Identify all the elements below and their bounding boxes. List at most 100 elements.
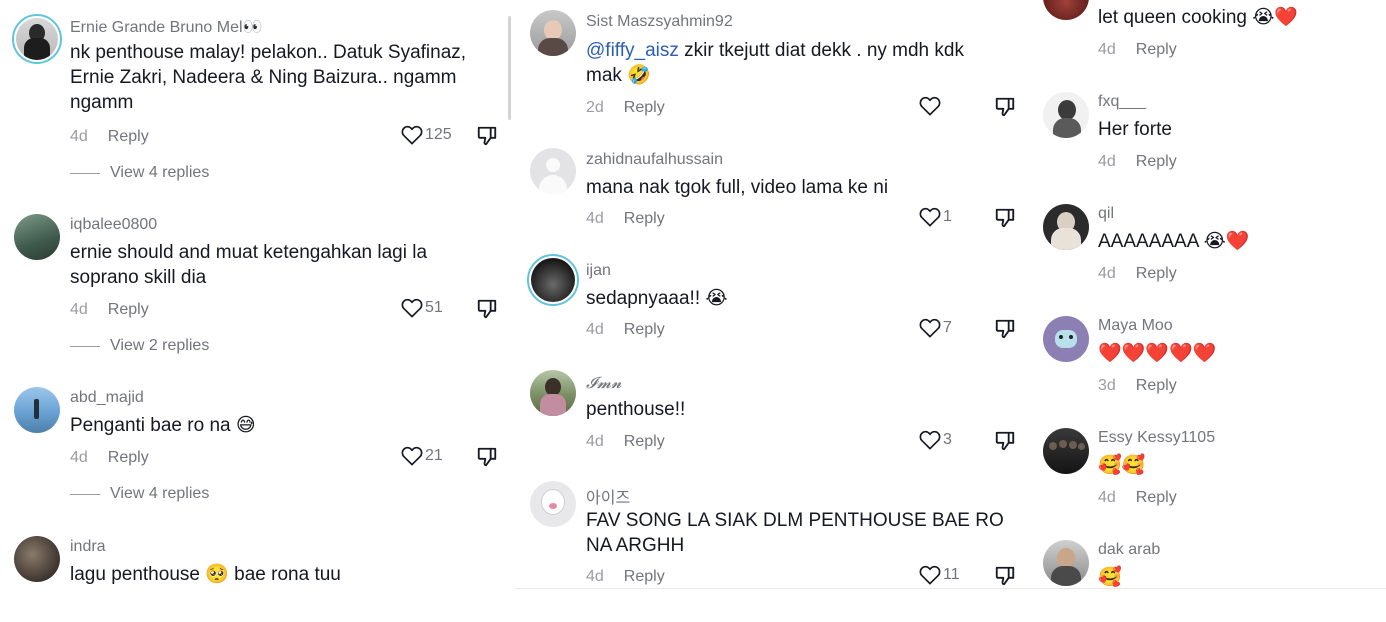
like-count: 51 (425, 299, 443, 316)
avatar[interactable] (14, 536, 60, 582)
comment-meta: 4d Reply (1098, 265, 1177, 283)
view-replies-button[interactable]: View 2 replies (70, 337, 209, 355)
thumbs-down-icon[interactable] (994, 565, 1016, 587)
avatar[interactable] (14, 387, 60, 433)
comment-username[interactable]: ijan (586, 262, 611, 280)
comment-meta: 4d Reply (70, 301, 149, 319)
like-button[interactable] (919, 96, 943, 116)
avatar[interactable] (530, 481, 576, 527)
reply-button[interactable]: Reply (108, 128, 149, 145)
comment-username[interactable]: indra (70, 538, 106, 556)
avatar[interactable] (12, 14, 62, 64)
comment-username[interactable]: abd_majid (70, 389, 144, 407)
avatar[interactable] (1043, 316, 1089, 362)
comment-item: qil AAAAAAAA 😭❤️ 4d Reply (1030, 204, 1386, 294)
avatar[interactable] (1043, 540, 1089, 586)
comment-username[interactable]: Ernie Grande Bruno Mel👀 (70, 17, 262, 37)
comment-meta: 4d Reply (70, 449, 149, 467)
thumbs-down-icon[interactable] (994, 96, 1016, 118)
like-button[interactable]: 21 (401, 446, 443, 466)
view-replies-label: View 2 replies (110, 337, 210, 354)
like-button[interactable]: 3 (919, 430, 952, 450)
like-count: 11 (943, 566, 960, 583)
avatar[interactable] (1043, 0, 1089, 20)
thumbs-down-icon[interactable] (994, 430, 1016, 452)
reply-button[interactable]: Reply (624, 433, 665, 450)
like-button[interactable]: 7 (919, 318, 952, 338)
comment-username[interactable]: dak arab (1098, 541, 1160, 559)
comment-time: 4d (586, 210, 604, 227)
avatar[interactable] (14, 214, 60, 260)
comment-username[interactable]: 아이즈 (586, 484, 630, 508)
comment-text: penthouse!! (586, 399, 686, 420)
avatar[interactable] (1043, 92, 1089, 138)
comment-text: 🥰🥰 (1098, 455, 1146, 476)
heart-outline-icon (919, 96, 941, 116)
comment-text: FAV SONG LA SIAK DLM PENTHOUSE BAE RO NA… (586, 510, 1004, 556)
like-button[interactable]: 11 (919, 565, 960, 585)
comment-time: 4d (1098, 489, 1116, 506)
reply-button[interactable]: Reply (1136, 153, 1177, 170)
heart-outline-icon (919, 318, 941, 338)
divider (70, 493, 100, 495)
avatar[interactable] (530, 370, 576, 416)
thumbs-down-icon[interactable] (476, 125, 498, 147)
comment-meta: 3d Reply (1098, 377, 1177, 395)
avatar[interactable] (527, 254, 579, 306)
comment-item: Sist Maszsyahmin92 @fiffy_aisz zkir tkej… (516, 10, 1028, 120)
comment-time: 4d (586, 321, 604, 338)
comments-column-1: Ernie Grande Bruno Mel👀 nk penthouse mal… (0, 0, 512, 622)
like-button[interactable]: 1 (919, 207, 952, 227)
reply-button[interactable]: Reply (1136, 377, 1177, 394)
heart-outline-icon (401, 298, 423, 318)
reply-button[interactable]: Reply (108, 449, 149, 466)
avatar[interactable] (1043, 428, 1089, 474)
heart-outline-icon (401, 446, 423, 466)
divider (70, 345, 100, 347)
thumbs-down-icon[interactable] (476, 298, 498, 320)
comment-meta: 4d Reply (586, 210, 665, 228)
like-count: 125 (425, 126, 452, 143)
comment-text: ernie should and muat ketengahkan lagi l… (70, 242, 428, 288)
comment-time: 4d (1098, 265, 1116, 282)
comment-item: let queen cooking 😭❤️ 4d Reply (1030, 0, 1386, 70)
comment-username[interactable]: Essy Kessy1105 (1098, 429, 1215, 447)
comment-username[interactable]: Sist Maszsyahmin92 (586, 13, 733, 31)
comment-text: 🥰 (1098, 567, 1122, 588)
thumbs-down-icon[interactable] (476, 446, 498, 468)
thumbs-down-icon[interactable] (994, 207, 1016, 229)
comment-username[interactable]: fxq___ (1098, 93, 1146, 111)
comment-meta: 4d Reply (586, 433, 665, 451)
reply-button[interactable]: Reply (624, 210, 665, 227)
thumbs-down-icon[interactable] (994, 318, 1016, 340)
comment-item: indra lagu penthouse 🥺 bae rona tuu (0, 536, 512, 596)
avatar[interactable] (1043, 204, 1089, 250)
comment-item: Essy Kessy1105 🥰🥰 4d Reply (1030, 428, 1386, 518)
mention-link[interactable]: @fiffy_aisz (586, 40, 679, 61)
comment-meta: 4d Reply (586, 568, 665, 586)
like-button[interactable]: 125 (401, 125, 452, 145)
reply-button[interactable]: Reply (1136, 489, 1177, 506)
avatar[interactable] (530, 10, 576, 56)
like-count: 21 (425, 447, 443, 464)
reply-button[interactable]: Reply (624, 99, 665, 116)
comment-username[interactable]: iqbalee0800 (70, 216, 157, 234)
view-replies-button[interactable]: View 4 replies (70, 485, 209, 503)
like-button[interactable]: 51 (401, 298, 443, 318)
reply-button[interactable]: Reply (624, 568, 665, 585)
reply-button[interactable]: Reply (624, 321, 665, 338)
view-replies-button[interactable]: View 4 replies (70, 164, 209, 182)
avatar[interactable] (530, 148, 576, 194)
comment-meta: 4d Reply (1098, 153, 1177, 171)
comment-username[interactable]: Maya Moo (1098, 317, 1173, 335)
comment-text: lagu penthouse 🥺 bae rona tuu (70, 564, 341, 585)
reply-button[interactable]: Reply (108, 301, 149, 318)
comment-username[interactable]: 𝓘𝓶𝓷 (586, 373, 622, 393)
like-count: 1 (943, 208, 952, 225)
comment-username[interactable]: qil (1098, 205, 1114, 223)
reply-button[interactable]: Reply (1136, 265, 1177, 282)
heart-outline-icon (919, 565, 941, 585)
comment-text: Penganti bae ro na 😅 (70, 415, 256, 436)
reply-button[interactable]: Reply (1136, 41, 1177, 58)
comment-username[interactable]: zahidnaufalhussain (586, 151, 723, 169)
